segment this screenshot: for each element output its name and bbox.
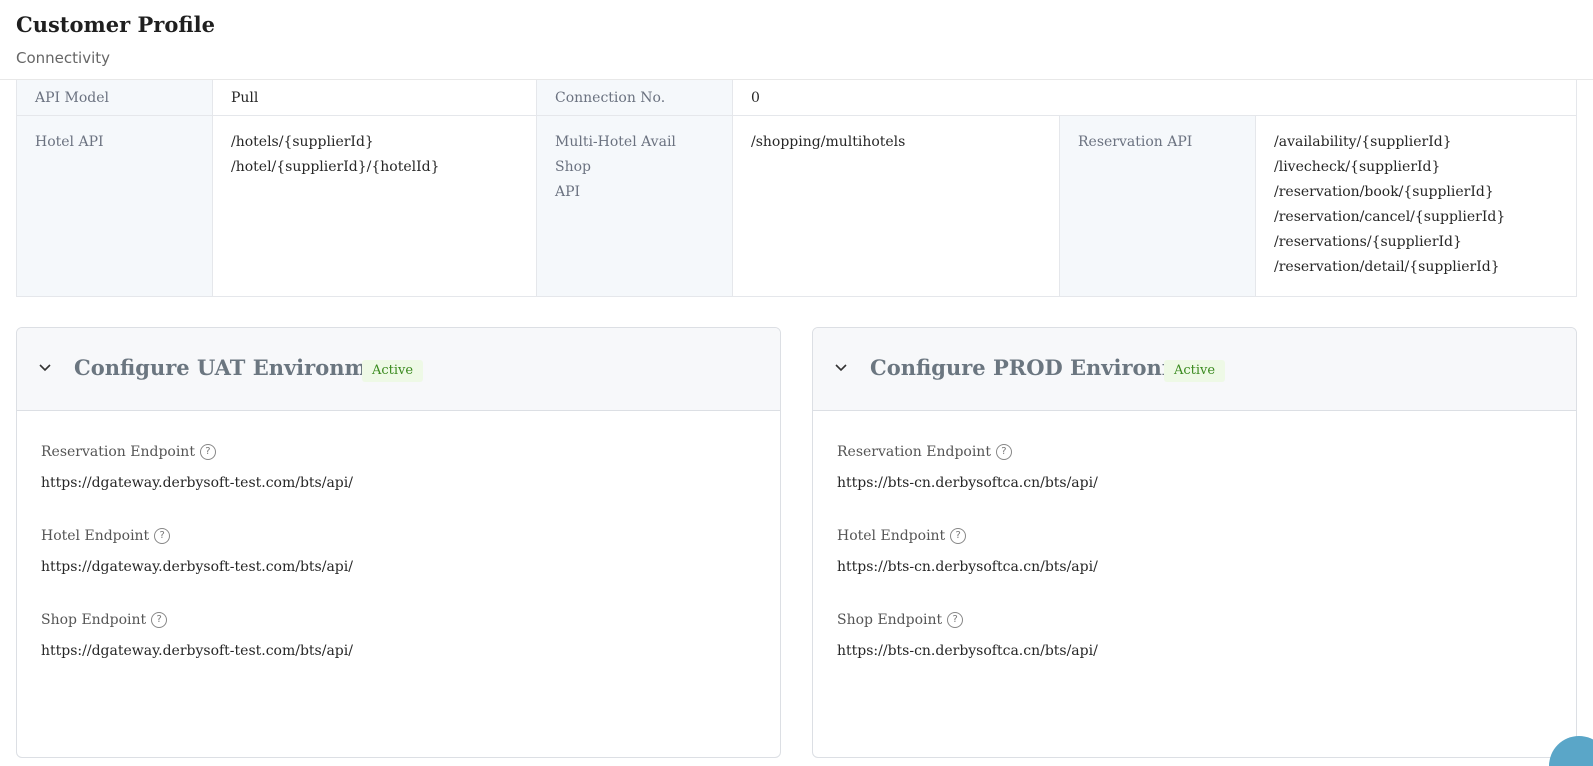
multi-hotel-label-line: Multi-Hotel Avail Shop — [555, 134, 676, 175]
question-circle-icon[interactable]: ? — [950, 528, 967, 544]
prod-panel-header[interactable]: Configure PROD Environment Active — [813, 328, 1576, 411]
uat-shop-value: https://dgateway.derbysoft-test.com/bts/… — [41, 643, 353, 659]
uat-hotel-field: Hotel Endpoint? https://dgateway.derbyso… — [41, 525, 756, 581]
reservation-api-path: /availability/{supplierId} — [1274, 134, 1452, 150]
reservation-api-value: /availability/{supplierId} /livecheck/{s… — [1256, 116, 1576, 296]
chevron-down-icon[interactable] — [831, 358, 851, 378]
uat-status-badge: Active — [362, 360, 424, 382]
multi-hotel-label: Multi-Hotel Avail Shop API — [537, 116, 733, 296]
connection-no-label: Connection No. — [537, 80, 733, 115]
prod-hotel-field: Hotel Endpoint? https://bts-cn.derbysoft… — [837, 525, 1552, 581]
question-circle-icon[interactable]: ? — [995, 444, 1012, 460]
question-circle-icon[interactable]: ? — [151, 612, 168, 628]
prod-hotel-value: https://bts-cn.derbysoftca.cn/bts/api/ — [837, 559, 1098, 575]
uat-reservation-value: https://dgateway.derbysoft-test.com/bts/… — [41, 475, 353, 491]
hotel-api-value: /hotels/{supplierId} /hotel/{supplierId}… — [213, 116, 537, 296]
hotel-api-path: /hotel/{supplierId}/{hotelId} — [231, 159, 440, 175]
api-model-label: API Model — [17, 80, 213, 115]
uat-environment-panel: Configure UAT Environment Active Reserva… — [16, 327, 781, 758]
prod-reservation-value: https://bts-cn.derbysoftca.cn/bts/api/ — [837, 475, 1098, 491]
prod-shop-label: Shop Endpoint — [837, 612, 943, 628]
uat-shop-label: Shop Endpoint — [41, 612, 147, 628]
page-title: Customer Profile — [16, 12, 215, 37]
multi-hotel-value: /shopping/multihotels — [733, 116, 1060, 296]
table-row: Hotel API /hotels/{supplierId} /hotel/{s… — [17, 115, 1576, 296]
question-circle-icon[interactable]: ? — [154, 528, 171, 544]
uat-hotel-label: Hotel Endpoint — [41, 528, 150, 544]
question-circle-icon[interactable]: ? — [947, 612, 964, 628]
prod-reservation-label: Reservation Endpoint — [837, 444, 991, 460]
reservation-api-path: /reservations/{supplierId} — [1274, 234, 1462, 250]
reservation-api-path: /livecheck/{supplierId} — [1274, 159, 1441, 175]
page-subtitle: Connectivity — [16, 49, 110, 67]
multi-hotel-label-line: API — [555, 184, 581, 200]
uat-panel-header[interactable]: Configure UAT Environment Active — [17, 328, 780, 411]
connectivity-table: API Model Pull Connection No. 0 Hotel AP… — [16, 80, 1577, 297]
chevron-down-icon[interactable] — [35, 358, 55, 378]
uat-shop-field: Shop Endpoint? https://dgateway.derbysof… — [41, 609, 756, 665]
prod-reservation-field: Reservation Endpoint? https://bts-cn.der… — [837, 441, 1552, 497]
uat-reservation-label: Reservation Endpoint — [41, 444, 195, 460]
prod-shop-field: Shop Endpoint? https://bts-cn.derbysoftc… — [837, 609, 1552, 665]
table-row: API Model Pull Connection No. 0 — [17, 80, 1576, 115]
prod-hotel-label: Hotel Endpoint — [837, 528, 946, 544]
api-model-value: Pull — [213, 80, 537, 115]
reservation-api-path: /reservation/book/{supplierId} — [1274, 184, 1494, 200]
uat-hotel-value: https://dgateway.derbysoft-test.com/bts/… — [41, 559, 353, 575]
reservation-api-path: /reservation/detail/{supplierId} — [1274, 259, 1500, 275]
page-header: Customer Profile Connectivity — [0, 0, 1593, 80]
prod-status-badge: Active — [1164, 360, 1226, 382]
uat-reservation-field: Reservation Endpoint? https://dgateway.d… — [41, 441, 756, 497]
reservation-api-label: Reservation API — [1060, 116, 1256, 296]
question-circle-icon[interactable]: ? — [199, 444, 216, 460]
uat-panel-title: Configure UAT Environment — [74, 355, 406, 380]
connection-no-value: 0 — [733, 80, 1576, 115]
hotel-api-path: /hotels/{supplierId} — [231, 134, 374, 150]
prod-shop-value: https://bts-cn.derbysoftca.cn/bts/api/ — [837, 643, 1098, 659]
prod-environment-panel: Configure PROD Environment Active Reserv… — [812, 327, 1577, 758]
reservation-api-path: /reservation/cancel/{supplierId} — [1274, 209, 1506, 225]
hotel-api-label: Hotel API — [17, 116, 213, 296]
